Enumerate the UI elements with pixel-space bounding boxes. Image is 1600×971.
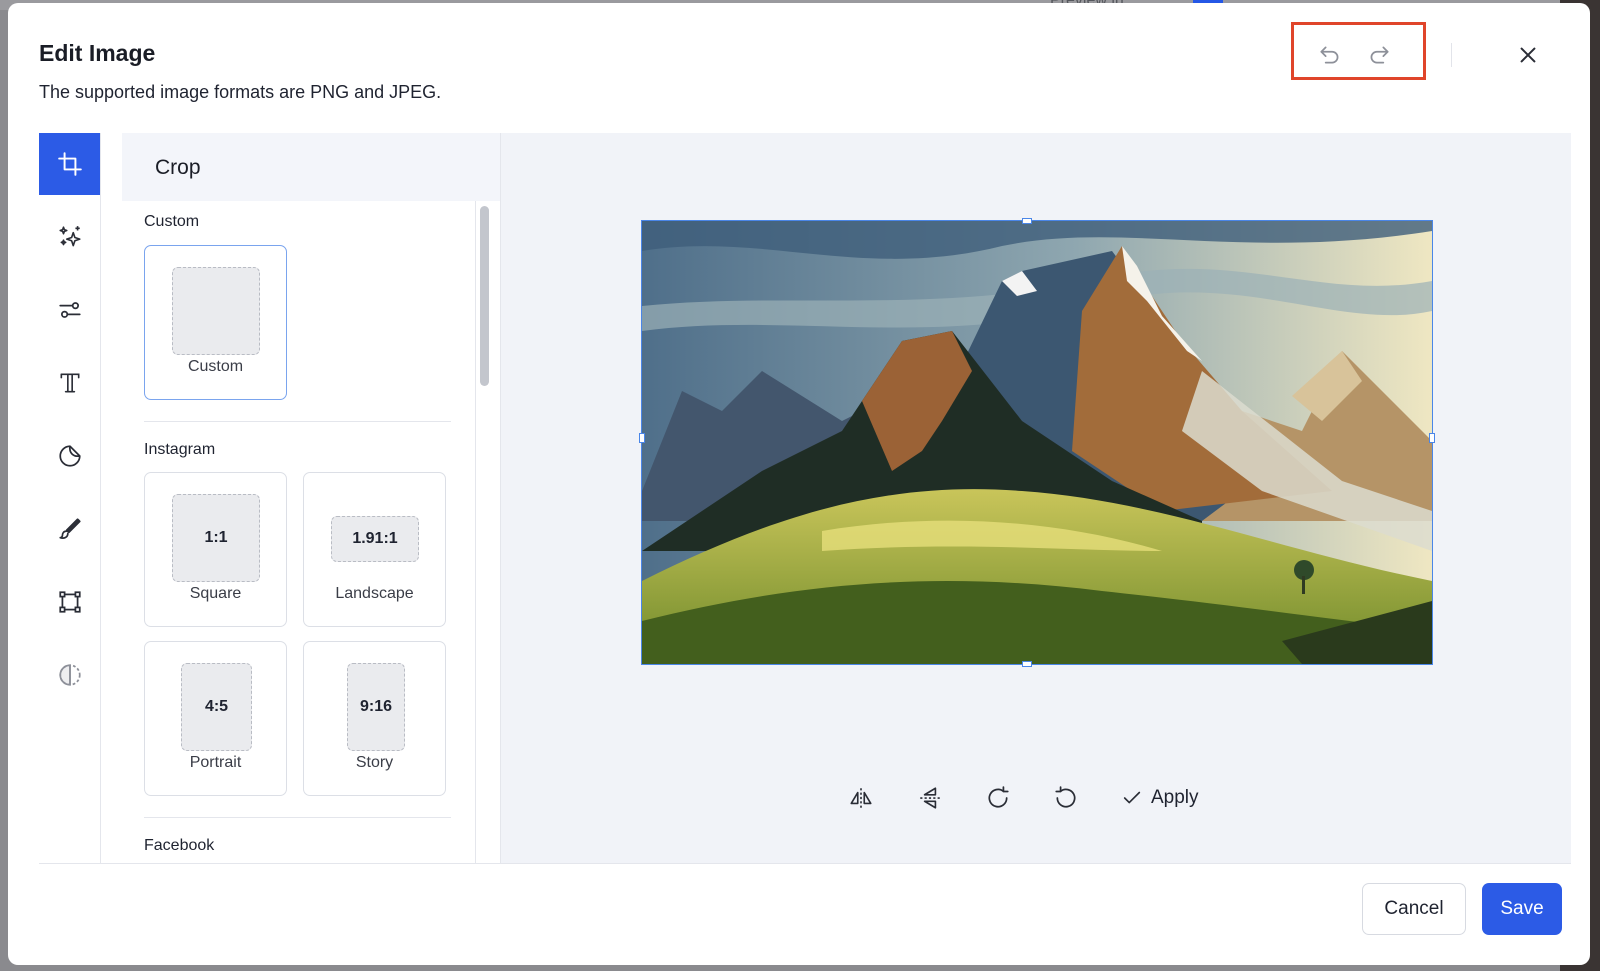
redo-button[interactable] bbox=[1365, 41, 1393, 69]
crop-options-list[interactable]: Custom Custom Instagram 1:1 Square 1.91:… bbox=[122, 201, 467, 863]
ratio-preview: 4:5 bbox=[181, 663, 252, 751]
close-icon bbox=[1520, 47, 1536, 63]
section-label-custom: Custom bbox=[144, 213, 200, 230]
panel-header: Crop bbox=[122, 133, 502, 201]
contrast-icon bbox=[58, 664, 81, 686]
tool-adjust[interactable] bbox=[39, 279, 100, 341]
crop-option-label: Story bbox=[355, 754, 394, 771]
section-label-facebook: Facebook bbox=[144, 837, 215, 854]
crop-handle-bottom[interactable] bbox=[1022, 661, 1032, 667]
panel-scrollbar[interactable] bbox=[480, 206, 489, 386]
crop-handle-right[interactable] bbox=[1429, 433, 1435, 443]
frame-icon bbox=[58, 591, 81, 613]
crop-option-landscape[interactable]: 1.91:1 Landscape bbox=[303, 472, 446, 627]
flip-vertical-icon bbox=[920, 787, 940, 809]
crop-option-label: Landscape bbox=[335, 585, 414, 602]
crop-option-story[interactable]: 9:16 Story bbox=[303, 641, 446, 796]
tool-draw[interactable] bbox=[39, 498, 100, 560]
tool-ai-magic[interactable] bbox=[39, 206, 100, 268]
ratio-preview bbox=[172, 267, 260, 355]
rotate-clockwise-button[interactable] bbox=[983, 783, 1013, 813]
image-canvas: Apply bbox=[501, 133, 1571, 863]
crop-option-custom[interactable]: Custom bbox=[144, 245, 287, 400]
crop-frame[interactable] bbox=[639, 218, 1435, 667]
tool-sticker[interactable] bbox=[39, 425, 100, 487]
crop-icon bbox=[57, 152, 82, 176]
sparkles-icon bbox=[58, 226, 81, 247]
flip-horizontal-icon bbox=[850, 788, 872, 808]
save-button[interactable]: Save bbox=[1482, 883, 1562, 935]
ratio-preview: 1:1 bbox=[172, 494, 260, 582]
rail-separator bbox=[100, 133, 101, 863]
crop-option-label: Portrait bbox=[189, 754, 242, 771]
undo-button[interactable] bbox=[1316, 41, 1344, 69]
text-icon bbox=[60, 373, 79, 393]
panel-title: Crop bbox=[155, 156, 201, 179]
close-button[interactable] bbox=[1514, 41, 1542, 69]
ratio-preview: 9:16 bbox=[347, 663, 405, 751]
tool-crop[interactable] bbox=[39, 133, 100, 195]
brush-icon bbox=[58, 518, 81, 539]
sliders-icon bbox=[58, 302, 81, 318]
sticker-icon bbox=[58, 445, 81, 467]
rotate-clockwise-icon bbox=[988, 786, 1009, 808]
tool-text[interactable] bbox=[39, 352, 100, 414]
mountain-image bbox=[642, 221, 1432, 664]
check-icon bbox=[1123, 791, 1141, 804]
section-divider bbox=[144, 817, 451, 818]
undo-icon bbox=[1320, 46, 1339, 64]
apply-label: Apply bbox=[1151, 787, 1199, 808]
history-controls bbox=[1291, 22, 1426, 80]
rotate-counterclockwise-icon bbox=[1055, 786, 1076, 808]
header-separator bbox=[1451, 43, 1452, 67]
edit-image-dialog: Edit Image The supported image formats a… bbox=[8, 3, 1590, 965]
redo-icon bbox=[1370, 46, 1389, 64]
crop-toolbar: Apply bbox=[501, 773, 1571, 823]
apply-button[interactable]: Apply bbox=[1121, 782, 1199, 814]
crop-option-portrait[interactable]: 4:5 Portrait bbox=[144, 641, 287, 796]
tool-frame[interactable] bbox=[39, 571, 100, 633]
tool-filter[interactable] bbox=[39, 644, 100, 706]
crop-option-square[interactable]: 1:1 Square bbox=[144, 472, 287, 627]
section-label-instagram: Instagram bbox=[144, 441, 216, 458]
rotate-counterclockwise-button[interactable] bbox=[1051, 783, 1081, 813]
footer-divider bbox=[39, 863, 1571, 864]
tool-rail bbox=[39, 133, 100, 863]
dialog-title: Edit Image bbox=[39, 40, 156, 66]
flip-vertical-button[interactable] bbox=[915, 783, 945, 813]
crop-handle-left[interactable] bbox=[639, 433, 645, 443]
flip-horizontal-button[interactable] bbox=[846, 783, 876, 813]
ratio-preview: 1.91:1 bbox=[331, 516, 419, 562]
crop-panel: Crop Custom Custom Instagram 1:1 Square … bbox=[122, 133, 502, 863]
crop-option-label: Custom bbox=[187, 358, 244, 375]
dialog-subtitle: The supported image formats are PNG and … bbox=[39, 82, 442, 102]
cancel-button[interactable]: Cancel bbox=[1362, 883, 1466, 935]
section-divider bbox=[144, 421, 451, 422]
panel-scroll-track bbox=[475, 201, 476, 863]
crop-option-label: Square bbox=[189, 585, 242, 602]
crop-handle-top[interactable] bbox=[1022, 218, 1032, 224]
